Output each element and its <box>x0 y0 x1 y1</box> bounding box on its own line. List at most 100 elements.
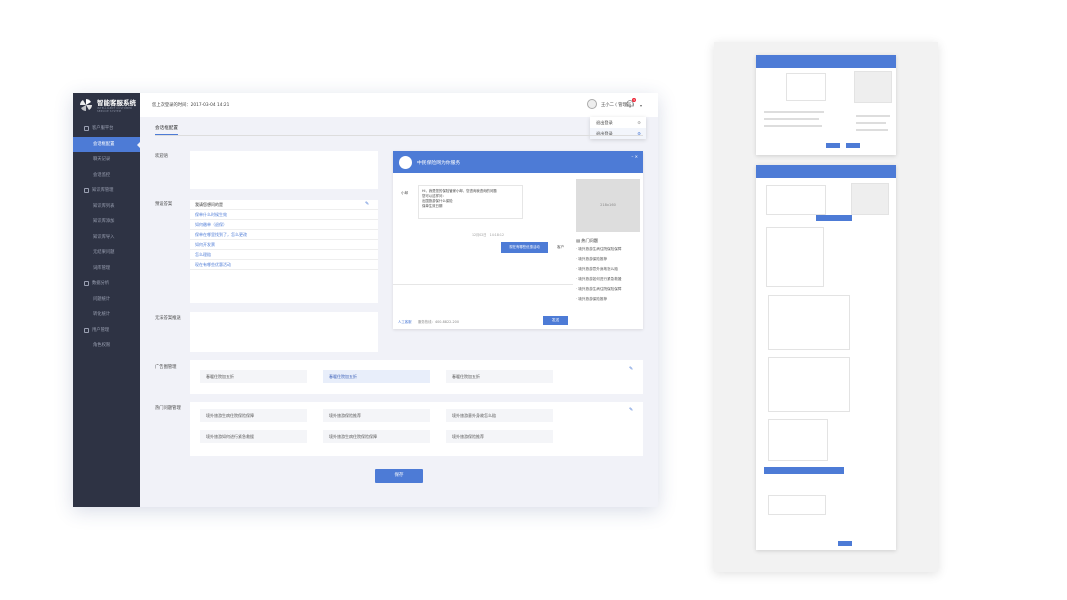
preview-hot-item[interactable]: · 境外旅游保险推荐 <box>576 254 640 264</box>
preset-answer-item[interactable]: 我请您想问的是 <box>190 200 378 210</box>
sidebar-item-3[interactable]: 会话监控 <box>73 168 140 184</box>
noanswer-textarea[interactable] <box>190 312 378 352</box>
sidebar-nav: 客户服平台会话框配置聊天记录会话监控知识库管理知识库列表知识库添加知识库导入无结… <box>73 121 140 354</box>
preview-header: 中民保险网为你服务 – ✕ <box>393 151 643 173</box>
sidebar-item-label: 角色权限 <box>93 343 111 348</box>
preview-title: 中民保险网为你服务 <box>417 160 461 166</box>
sidebar-group-13[interactable]: 用户管理 <box>73 323 140 339</box>
edit-icon[interactable]: ✎ <box>629 366 633 372</box>
sidebar-group-0[interactable]: 客户服平台 <box>73 121 140 137</box>
hot-question-item[interactable]: 境外旅游生病住院保险保障 <box>323 430 430 443</box>
window-controls[interactable]: – ✕ <box>631 154 638 159</box>
hot-question-item[interactable]: 境外旅游保险推荐 <box>323 409 430 422</box>
preview-hot-item[interactable]: · 境外旅游生病住院保险保障 <box>576 284 640 294</box>
tab-dialog-config[interactable]: 会话框配置 <box>155 125 178 135</box>
user-message: 现在有哪些优惠活动 <box>501 242 548 253</box>
ad-item[interactable]: 春暖住院加五折 <box>446 370 553 383</box>
ad-item[interactable]: 春暖住院加五折 <box>323 370 430 383</box>
sidebar-item-6[interactable]: 知识库添加 <box>73 214 140 230</box>
send-button[interactable]: 发送 <box>543 316 568 325</box>
preview-sidebar: 218x160 ▤ 热门问题 · 境外旅游生病住院保险保障 · 境外旅游保险推荐 ·… <box>576 179 640 327</box>
sidebar-item-label: 聊天记录 <box>93 157 111 162</box>
sidebar-item-label: 无结果问题 <box>93 250 115 255</box>
mobile-mockup-2 <box>756 165 896 550</box>
menu-icon <box>84 188 89 193</box>
last-login-text: 您上次登录的时间：2017-03-04 14:21 <box>152 103 230 108</box>
preset-answer-item[interactable]: 怎么理赔 <box>190 250 378 260</box>
edit-icon[interactable]: ✎ <box>365 201 369 207</box>
sidebar: 智能客服系统 INTELLIGENT CUSTOMER SERVICE SYSTE… <box>73 93 140 507</box>
sidebar-item-8[interactable]: 无结果问题 <box>73 245 140 261</box>
sidebar-item-label: 知识库导入 <box>93 234 115 240</box>
mobile-header <box>756 55 896 68</box>
preset-answer-item[interactable]: 保单在哪里找到了，怎么更改 <box>190 230 378 240</box>
preview-hot-item[interactable]: · 境外旅游保险推荐 <box>576 294 640 304</box>
mobile-mockups-panel <box>714 42 938 572</box>
app-title: 智能客服系统 <box>97 99 136 107</box>
preset-answer-list: 我请您想问的是 保单什么时候生效 如何缴单（退保） 保单在哪里找到了，怎么更改 如何开发… <box>190 200 378 303</box>
ad-image-placeholder: 218x160 <box>576 179 640 232</box>
sidebar-item-label: 会话监控 <box>93 172 111 178</box>
preset-answer-item[interactable]: 保单什么时候生效 <box>190 210 378 220</box>
hot-question-item[interactable]: 境外旅游意外身故怎么赔 <box>446 409 553 422</box>
avatar[interactable] <box>587 99 597 109</box>
sidebar-item-11[interactable]: 问题统计 <box>73 292 140 308</box>
preview-hot-list: · 境外旅游生病住院保险保障 · 境外旅游保险推荐 · 境外旅游意外身故怎么赔 · 境… <box>576 244 640 304</box>
app-window: 智能客服系统 INTELLIGENT CUSTOMER SERVICE SYSTE… <box>73 93 658 507</box>
sidebar-item-7[interactable]: 知识库导入 <box>73 230 140 246</box>
sidebar-item-label: 数据分析 <box>92 281 110 286</box>
welcome-textarea[interactable] <box>190 151 378 189</box>
sidebar-item-14[interactable]: 角色权限 <box>73 338 140 354</box>
sidebar-group-4[interactable]: 知识库管理 <box>73 183 140 199</box>
sidebar-item-label: 知识库管理 <box>92 188 114 193</box>
user-name-label: 客户 <box>557 245 565 249</box>
sidebar-group-10[interactable]: 数据分析 <box>73 276 140 292</box>
user-name[interactable]: 王小二 ( 管理员 ) <box>601 102 634 108</box>
tab-divider <box>155 135 643 136</box>
sidebar-item-9[interactable]: 词库管理 <box>73 261 140 277</box>
ad-item[interactable]: 春暖住院加五折 <box>200 370 307 383</box>
app-logo: 智能客服系统 INTELLIGENT CUSTOMER SERVICE SYSTE… <box>73 93 140 117</box>
sidebar-item-5[interactable]: 知识库列表 <box>73 199 140 215</box>
edit-icon[interactable]: ✎ <box>629 407 633 413</box>
chevron-down-icon[interactable]: ▾ <box>640 103 642 108</box>
noanswer-label: 无法答案推送 <box>155 316 181 321</box>
bot-name: 小邮 <box>401 191 409 195</box>
menu-icon <box>84 327 89 333</box>
preset-answer-item[interactable]: 如何缴单（退保） <box>190 220 378 230</box>
preview-logo-icon <box>399 155 412 169</box>
content-area: 会话框配置 欢迎语 预设答案 我请您想问的是 保单什么时候生效 如何缴单（退保） 保单… <box>140 117 658 507</box>
hot-question-item[interactable]: 境外旅游生病住院保险保障 <box>200 409 307 422</box>
human-service-link[interactable]: 人工客服 <box>398 319 412 324</box>
mobile-header <box>756 165 896 178</box>
hotline-text: 服务热线：400-8822-200 <box>418 320 459 324</box>
sidebar-item-label: 问题统计 <box>93 296 111 302</box>
preset-answer-item[interactable]: 如何开发票 <box>190 240 378 250</box>
pinwheel-logo-icon <box>80 99 92 111</box>
ad-label: 广告图管理 <box>155 365 177 370</box>
preset-answer-item[interactable]: 现在有哪些优惠活动 <box>190 260 378 270</box>
sidebar-item-label: 知识库列表 <box>93 203 115 209</box>
save-button[interactable]: 保存 <box>375 469 423 483</box>
sidebar-item-label: 转化统计 <box>93 312 111 317</box>
sidebar-item-label: 词库管理 <box>93 265 111 271</box>
input-divider <box>393 284 573 285</box>
sidebar-item-1[interactable]: 会话框配置 <box>73 136 140 152</box>
sidebar-item-label: 会话框配置 <box>93 141 115 147</box>
mobile-mockup-1 <box>756 55 896 155</box>
hot-question-item[interactable]: 境外旅游保险推荐 <box>446 430 553 443</box>
bot-message: Hi，我是您的保险管家小邮，您咨询我咨询的问题 您可以这样问： 出国旅游保什么保… <box>418 185 523 219</box>
hot-label: 热门问题管理 <box>155 406 181 411</box>
sidebar-item-2[interactable]: 聊天记录 <box>73 152 140 168</box>
sidebar-item-12[interactable]: 转化统计 <box>73 307 140 323</box>
sidebar-item-label: 知识库添加 <box>93 219 115 224</box>
welcome-label: 欢迎语 <box>155 154 168 159</box>
preset-label: 预设答案 <box>155 202 173 207</box>
preview-hot-item[interactable]: · 境外旅游生病住院保险保障 <box>576 244 640 254</box>
preview-hot-item[interactable]: · 境外旅游如何进行紧急救援 <box>576 274 640 284</box>
preview-hot-item[interactable]: · 境外旅游意外身故怎么赔 <box>576 264 640 274</box>
menu-icon <box>84 126 89 131</box>
hot-question-item[interactable]: 境外旅游如何进行紧急救援 <box>200 430 307 443</box>
sidebar-item-label: 用户管理 <box>92 327 110 333</box>
chat-preview: 中民保险网为你服务 – ✕ 小邮 Hi，我是您的保险管家小邮，您咨询我咨询的问题… <box>393 151 643 329</box>
